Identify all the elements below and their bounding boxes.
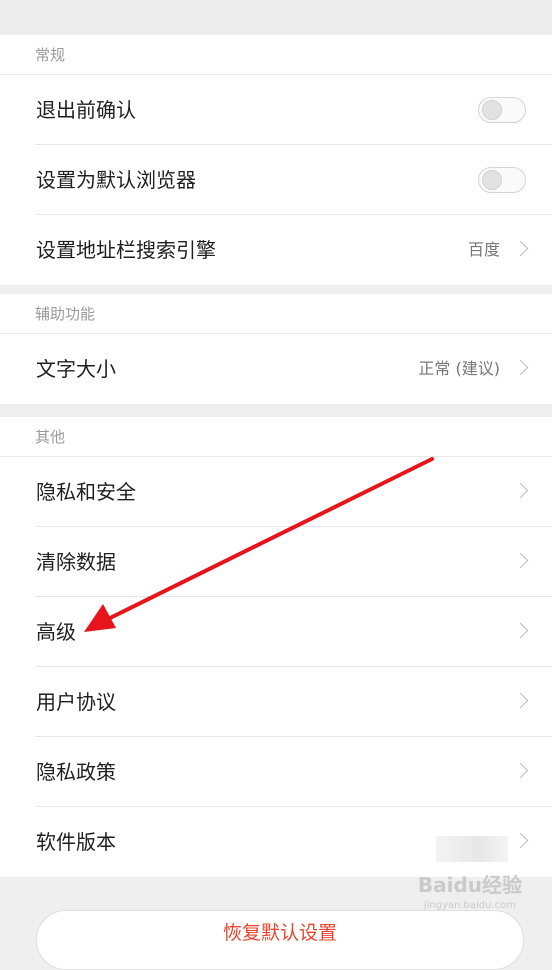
row-user-agreement[interactable]: 用户协议 [35,667,552,737]
chevron-right-icon [512,692,529,709]
toggle-knob [482,100,502,120]
toggle-knob [482,170,502,190]
text-size-value: 正常 (建议) [418,359,500,378]
row-confirm-before-exit[interactable]: 退出前确认 [35,75,552,145]
section-header-general: 常规 [0,35,552,75]
blurred-version-value [436,836,508,862]
row-privacy-policy[interactable]: 隐私政策 [35,737,552,807]
section-header-other: 其他 [0,417,552,457]
section-header-accessibility: 辅助功能 [0,294,552,334]
row-label: 隐私和安全 [36,480,136,504]
row-clear-data[interactable]: 清除数据 [35,527,552,597]
row-privacy-security[interactable]: 隐私和安全 [35,457,552,527]
chevron-right-icon [512,240,529,257]
section-general: 常规 退出前确认 设置为默认浏览器 设置地址栏搜索引擎 百度 [0,35,552,285]
chevron-right-icon [512,552,529,569]
row-label: 隐私政策 [36,760,116,784]
row-label: 文字大小 [36,357,116,381]
confirm-exit-toggle[interactable] [478,97,526,123]
row-label: 清除数据 [36,550,116,574]
row-label: 退出前确认 [36,98,136,122]
row-text-size[interactable]: 文字大小 正常 (建议) [35,334,552,404]
row-label: 设置地址栏搜索引擎 [36,238,216,262]
chevron-right-icon [512,762,529,779]
row-label: 设置为默认浏览器 [36,168,196,192]
row-search-engine[interactable]: 设置地址栏搜索引擎 百度 [35,215,552,285]
chevron-right-icon [512,359,529,376]
row-label: 软件版本 [36,830,116,854]
reset-defaults-button[interactable]: 恢复默认设置 [36,910,524,970]
chevron-right-icon [512,622,529,639]
section-accessibility: 辅助功能 文字大小 正常 (建议) [0,294,552,404]
row-label: 高级 [36,620,76,644]
search-engine-value: 百度 [467,240,500,259]
chevron-right-icon [512,832,529,849]
status-bar [0,0,552,34]
default-browser-toggle[interactable] [478,167,526,193]
watermark-logo: Baidu经验 [417,873,522,897]
chevron-right-icon [512,482,529,499]
row-label: 用户协议 [36,690,116,714]
row-advanced[interactable]: 高级 [35,597,552,667]
watermark-url: jingyan.baidu.com [423,900,516,911]
row-default-browser[interactable]: 设置为默认浏览器 [35,145,552,215]
section-other: 其他 隐私和安全 清除数据 高级 用户协议 隐私政策 软件版本 [0,417,552,877]
